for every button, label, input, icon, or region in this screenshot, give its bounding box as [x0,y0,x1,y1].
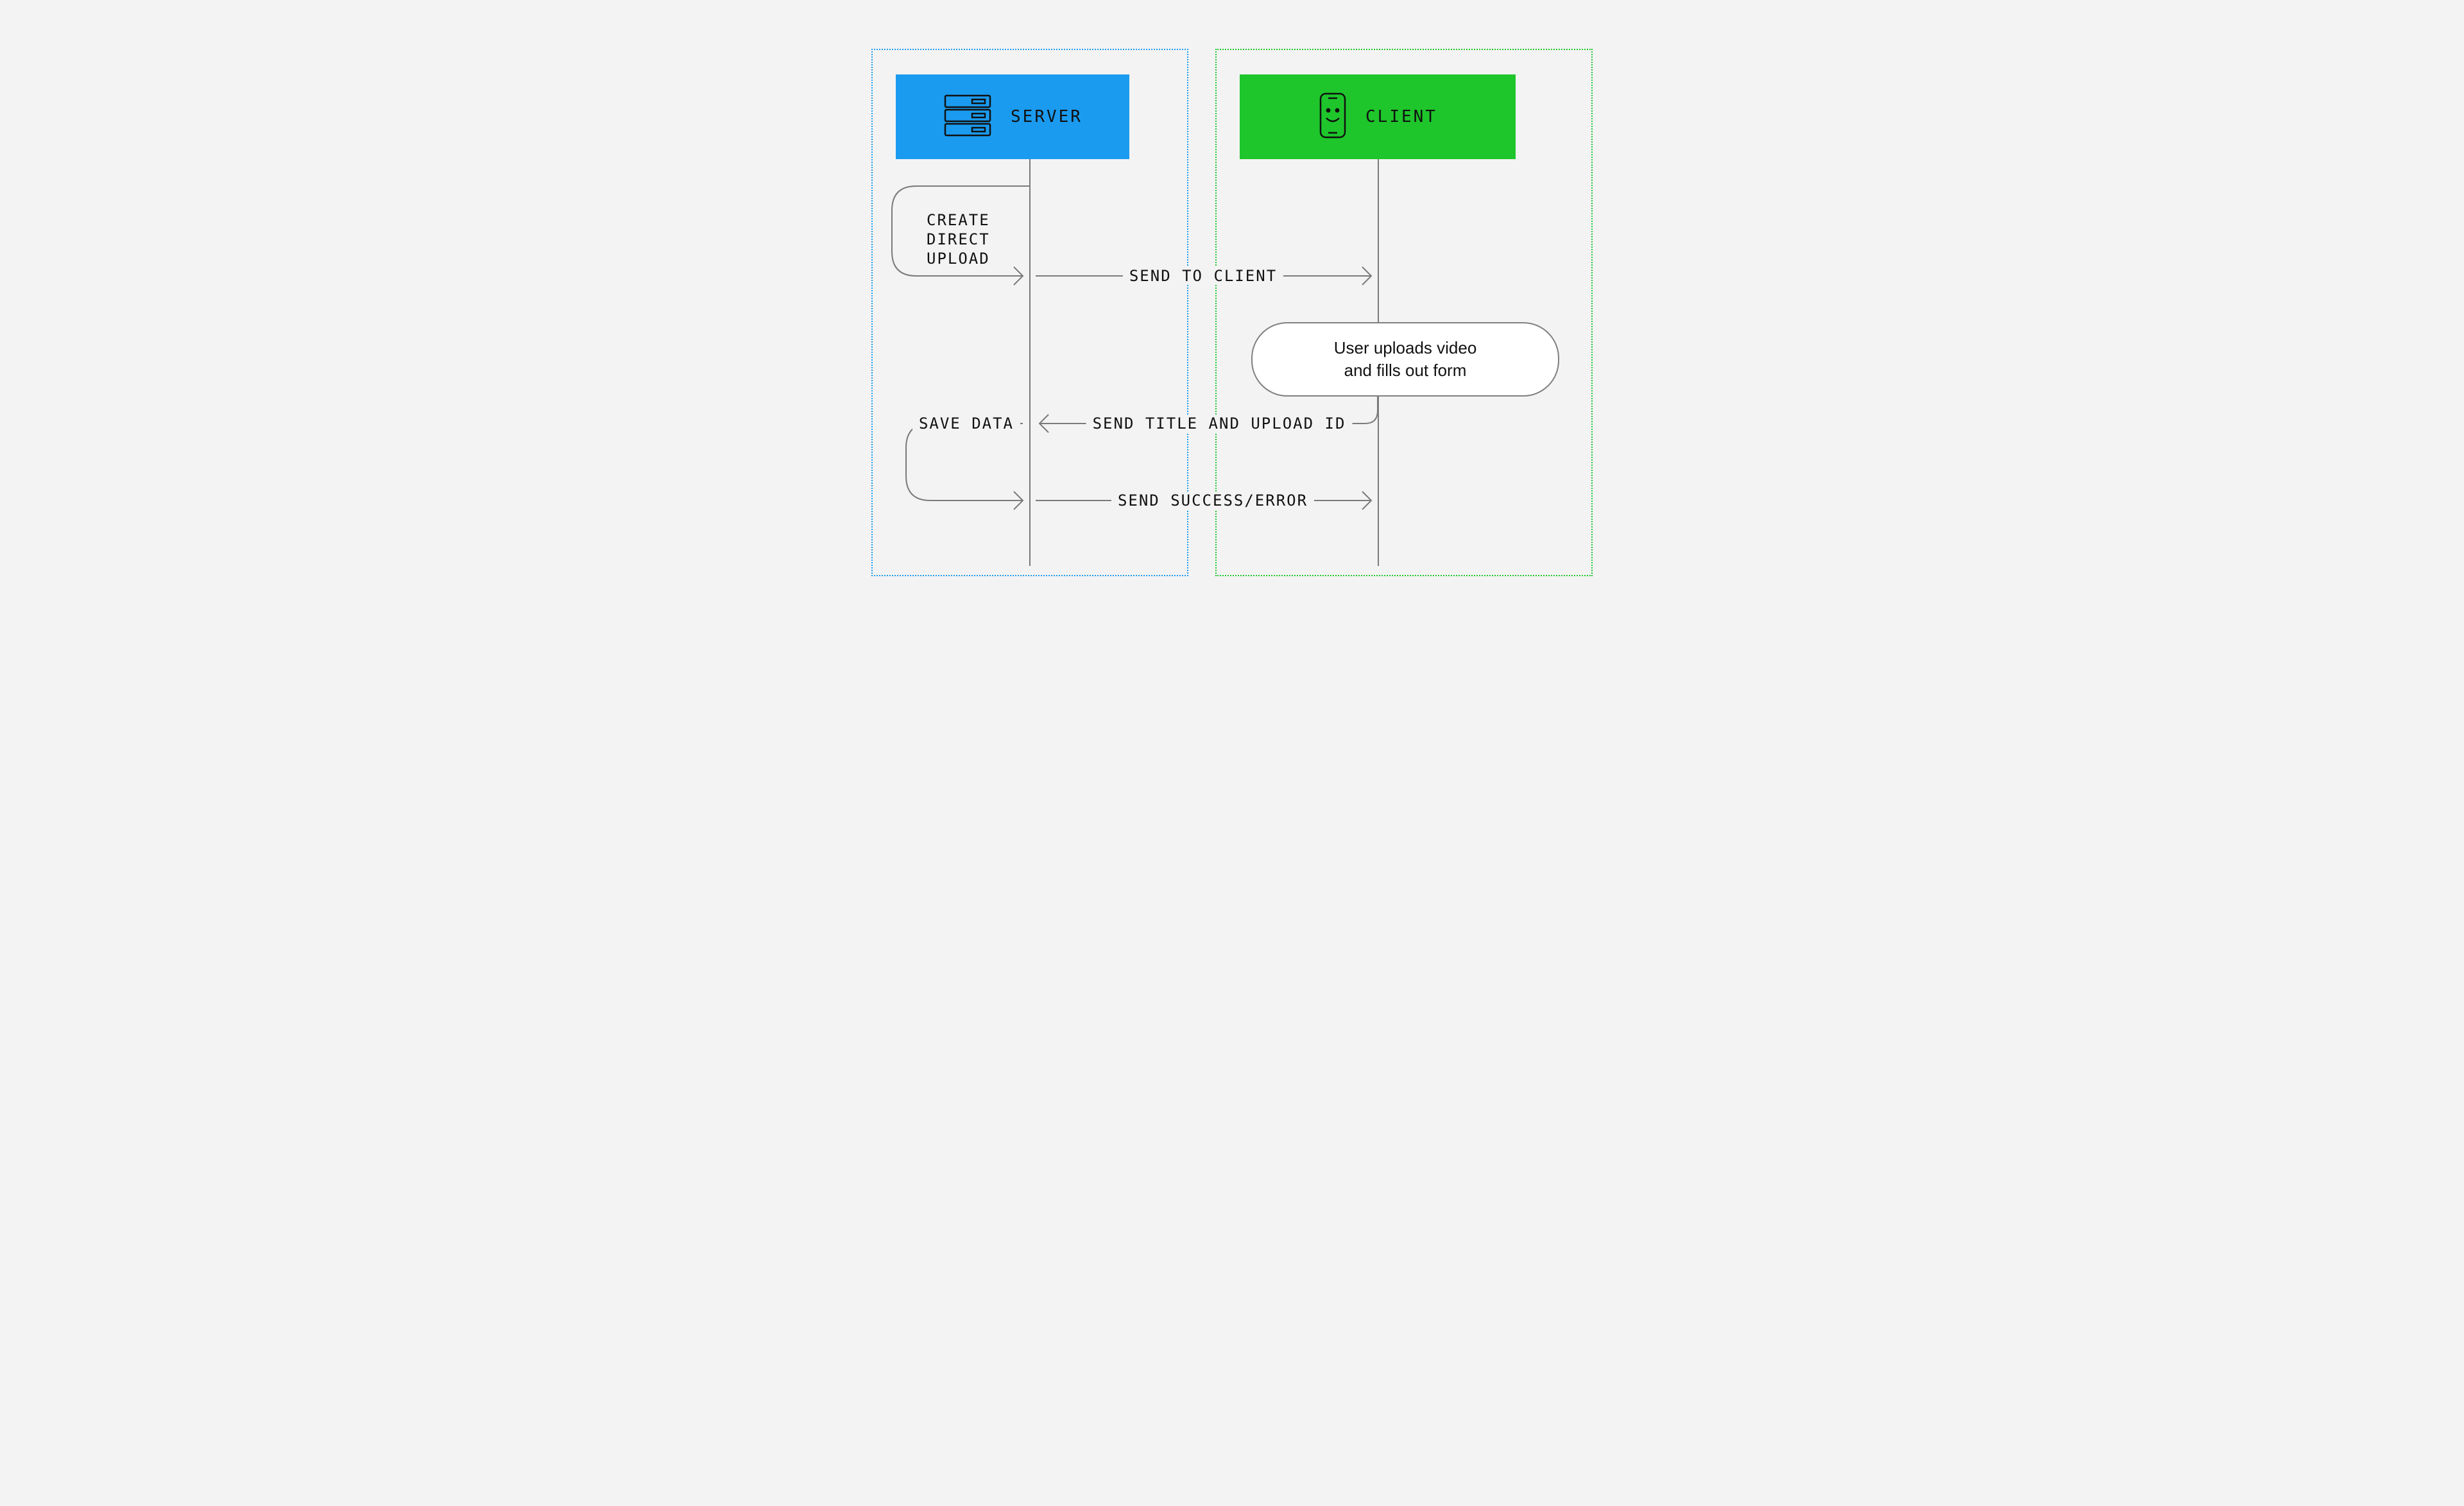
label-create-direct-upload: CREATE DIRECT UPLOAD [927,210,990,268]
server-header: SERVER [896,74,1129,159]
server-label: SERVER [1011,107,1082,126]
note-user-uploads: User uploads video and fills out form [1251,322,1559,397]
label-send-success-error: SEND SUCCESS/ERROR [1111,492,1314,509]
smiley-phone-icon [1318,92,1348,141]
label-send-title-upload-id: SEND TITLE AND UPLOAD ID [1086,415,1353,432]
sequence-diagram: SERVER CLIENT [757,0,1707,603]
label-save-data: SAVE DATA [912,415,1020,432]
client-label: CLIENT [1365,107,1437,126]
server-lifeline [1029,159,1031,566]
client-header: CLIENT [1240,74,1516,159]
label-send-to-client: SEND TO CLIENT [1123,267,1283,285]
server-icon [943,94,993,139]
